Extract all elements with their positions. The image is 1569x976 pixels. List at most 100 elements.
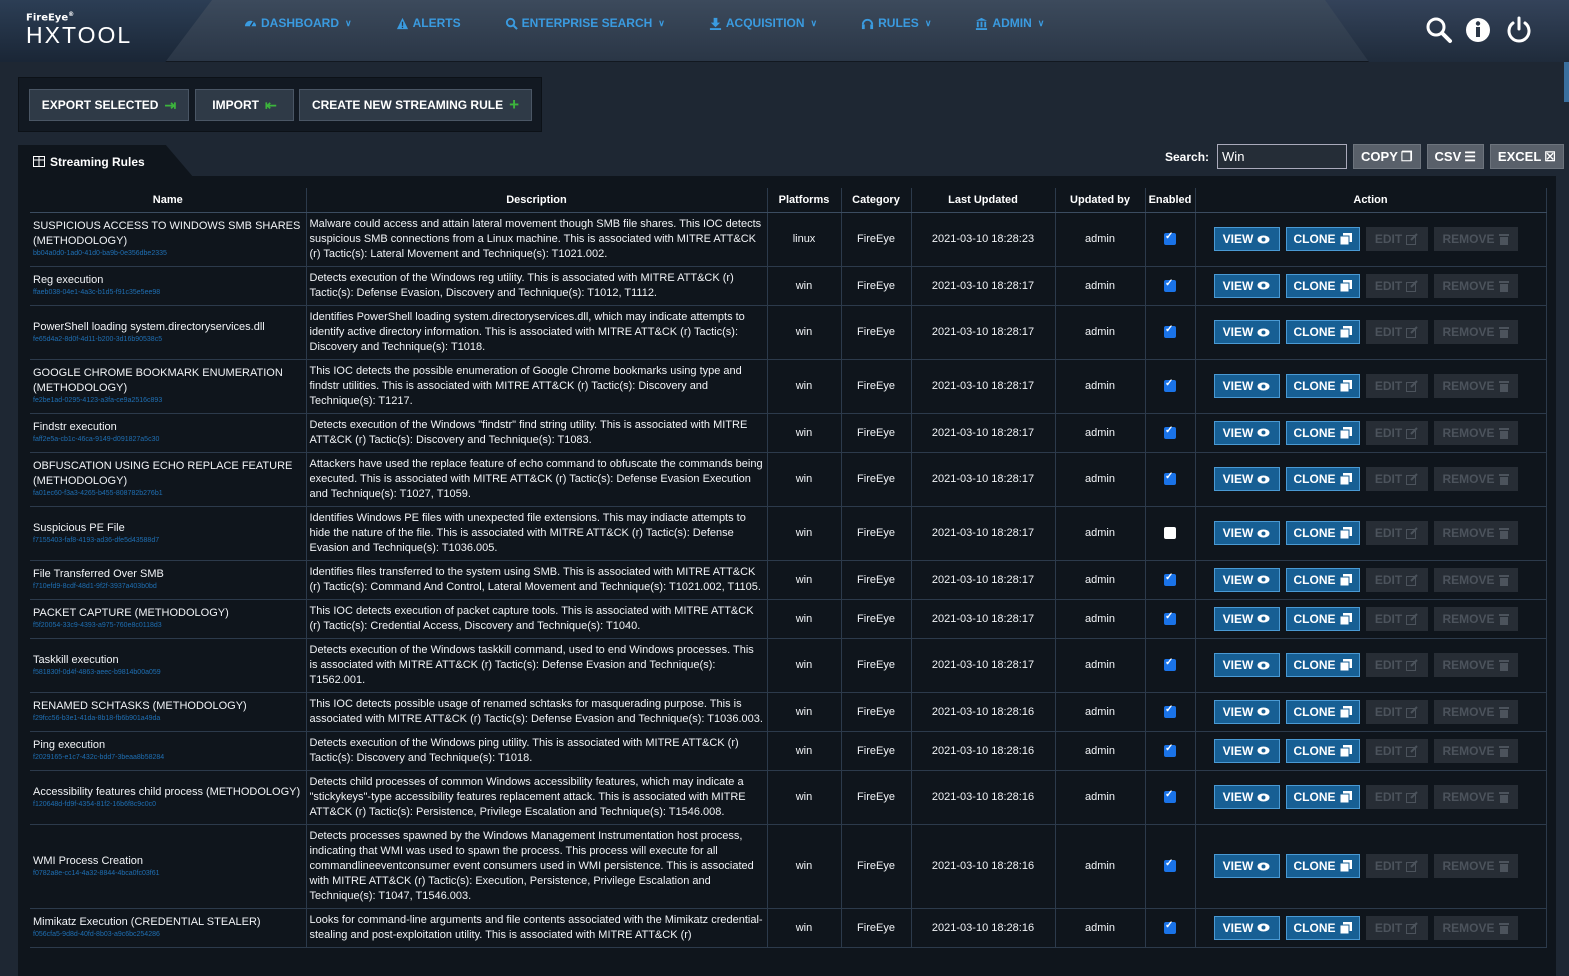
clone-button[interactable]: CLONE: [1285, 467, 1360, 491]
copy-button[interactable]: COPY ❐: [1353, 144, 1421, 169]
view-button[interactable]: VIEW: [1213, 567, 1280, 592]
nav-enterprise-search[interactable]: ENTERPRISE SEARCH ∨: [505, 16, 665, 30]
table-row[interactable]: WMI Process Creation f0782a8e-cc14-4a32-8…: [30, 824, 1547, 909]
enabled-checkbox[interactable]: [1164, 657, 1176, 672]
view-button[interactable]: VIEW: [1213, 467, 1280, 491]
table-row[interactable]: OBFUSCATION USING ECHO REPLACE FEATURE (…: [30, 452, 1547, 507]
rule-id[interactable]: f710efd9-8cdf-48d1-9f2f-3937a403b0bd: [33, 582, 303, 592]
column-header-updated-by[interactable]: Updated by: [1055, 188, 1146, 213]
clone-button[interactable]: CLONE: [1285, 699, 1360, 724]
column-header-description[interactable]: Description: [306, 188, 768, 213]
rule-id[interactable]: fe2be1ad-0295-4123-a3fa-ce9a2516c893: [33, 396, 303, 406]
column-header-platforms[interactable]: Platforms: [767, 188, 842, 213]
rule-id[interactable]: f7155403-faf8-4193-ad36-dfe5d43588d7: [33, 536, 303, 546]
clone-button[interactable]: CLONE: [1285, 738, 1360, 763]
enabled-checkbox[interactable]: [1164, 858, 1176, 873]
enabled-checkbox[interactable]: [1164, 611, 1176, 625]
nav-rules[interactable]: RULES ∨: [861, 16, 931, 30]
nav-dashboard[interactable]: DASHBOARD ∨: [244, 16, 352, 30]
clone-button[interactable]: CLONE: [1285, 606, 1360, 631]
view-button[interactable]: VIEW: [1213, 606, 1280, 631]
clone-button[interactable]: CLONE: [1285, 227, 1360, 251]
view-button[interactable]: VIEW: [1213, 854, 1280, 878]
rule-id[interactable]: faff2e5a-cb1c-46ca-9149-d091827a5c30: [33, 435, 303, 445]
table-row[interactable]: PowerShell loading system.directoryservi…: [30, 305, 1547, 360]
table-row[interactable]: Taskkill execution f581830f-0d4f-4863-aee…: [30, 638, 1547, 693]
rule-id[interactable]: fa01ec60-f3a3-4265-b455-808782b276b1: [33, 489, 303, 499]
view-button[interactable]: VIEW: [1213, 273, 1280, 298]
clone-button[interactable]: CLONE: [1285, 273, 1360, 298]
table-row[interactable]: GOOGLE CHROME BOOKMARK ENUMERATION (METH…: [30, 359, 1547, 414]
view-button[interactable]: VIEW: [1213, 653, 1280, 677]
enabled-checkbox[interactable]: [1164, 278, 1176, 292]
clone-button[interactable]: CLONE: [1285, 653, 1360, 677]
table-row[interactable]: Suspicious PE File f7155403-faf8-4193-ad3…: [30, 506, 1547, 561]
brand-logo[interactable]: FireEye® HXTOOL: [0, 0, 212, 62]
enabled-checkbox[interactable]: [1164, 231, 1176, 246]
clone-button[interactable]: CLONE: [1285, 915, 1360, 940]
table-row[interactable]: Reg execution ffaeb038-04e1-4a3c-b1d5-f91…: [30, 266, 1547, 306]
info-icon[interactable]: [1465, 16, 1493, 44]
clone-button[interactable]: CLONE: [1285, 521, 1360, 545]
search-icon[interactable]: [1425, 16, 1453, 44]
enabled-checkbox[interactable]: [1164, 527, 1176, 540]
table-row[interactable]: Accessibility features child process (ME…: [30, 770, 1547, 825]
column-header-name[interactable]: Name: [30, 188, 307, 213]
clone-button[interactable]: CLONE: [1285, 785, 1360, 809]
csv-button[interactable]: CSV ☰: [1426, 144, 1484, 169]
rule-id[interactable]: f0782a8e-cc14-4a32-8844-4bca0fc03f61: [33, 869, 303, 879]
create-streaming-rule-button[interactable]: CREATE NEW STREAMING RULE +: [299, 89, 532, 121]
table-row[interactable]: Ping execution f2029165-e1c7-432c-bdd7-3b…: [30, 731, 1547, 771]
enabled-checkbox[interactable]: [1164, 704, 1176, 718]
enabled-checkbox[interactable]: [1164, 324, 1176, 339]
enabled-checkbox[interactable]: [1164, 471, 1176, 486]
enabled-checkbox[interactable]: [1164, 789, 1176, 804]
rule-id[interactable]: fe65d4a2-8d0f-4d11-b200-3d16b90538c5: [33, 335, 303, 345]
clone-button[interactable]: CLONE: [1285, 374, 1360, 398]
power-icon[interactable]: [1505, 16, 1533, 44]
view-button[interactable]: VIEW: [1213, 227, 1280, 251]
rule-id[interactable]: f120648d-fd9f-4354-81f2-16b6f8c9c0c0: [33, 800, 303, 810]
nav-acquisition[interactable]: ACQUISITION ∨: [709, 16, 817, 30]
table-row[interactable]: PACKET CAPTURE (METHODOLOGY) f5f20054-33c…: [30, 599, 1547, 639]
view-button[interactable]: VIEW: [1213, 699, 1280, 724]
column-header-last-updated[interactable]: Last Updated: [911, 188, 1056, 213]
rule-id[interactable]: f056cfa5-9d8d-40fd-8b03-a9c6bc254286: [33, 930, 303, 940]
view-button[interactable]: VIEW: [1213, 374, 1280, 398]
view-button[interactable]: VIEW: [1213, 785, 1280, 809]
table-row[interactable]: Findstr execution faff2e5a-cb1c-46ca-9149…: [30, 413, 1547, 453]
import-button[interactable]: IMPORT ⇤: [195, 89, 294, 121]
export-selected-button[interactable]: EXPORT SELECTED ⇥: [29, 89, 189, 121]
rule-id[interactable]: f29fcc56-b3e1-41da-8b18-fb6b901a49da: [33, 714, 303, 724]
clone-button[interactable]: CLONE: [1285, 320, 1360, 344]
column-header-category[interactable]: Category: [841, 188, 912, 213]
nav-admin[interactable]: ADMIN ∨: [975, 16, 1044, 30]
view-button[interactable]: VIEW: [1213, 320, 1280, 344]
table-row[interactable]: Mimikatz Execution (CREDENTIAL STEALER) f…: [30, 908, 1547, 948]
column-header-enabled[interactable]: Enabled: [1145, 188, 1196, 213]
excel-button[interactable]: EXCEL ☒: [1489, 144, 1564, 169]
table-row[interactable]: File Transferred Over SMB f710efd9-8cdf-4…: [30, 560, 1547, 600]
rule-id[interactable]: ffaeb038-04e1-4a3c-b1d5-f91c35e5ee98: [33, 288, 303, 298]
enabled-checkbox[interactable]: [1164, 425, 1176, 439]
enabled-checkbox[interactable]: [1164, 743, 1176, 757]
table-row[interactable]: SUSPICIOUS ACCESS TO WINDOWS SMB SHARES …: [30, 212, 1547, 267]
clone-button[interactable]: CLONE: [1285, 420, 1360, 445]
nav-alerts[interactable]: ALERTS: [396, 16, 461, 30]
view-button[interactable]: VIEW: [1213, 738, 1280, 763]
search-input[interactable]: [1217, 144, 1348, 169]
rule-id[interactable]: f581830f-0d4f-4863-aeec-b9814b00a059: [33, 668, 303, 678]
rule-id[interactable]: f2029165-e1c7-432c-bdd7-3beaa8b58284: [33, 753, 303, 763]
clone-button[interactable]: CLONE: [1285, 854, 1360, 878]
view-button[interactable]: VIEW: [1213, 521, 1280, 545]
view-button[interactable]: VIEW: [1213, 915, 1280, 940]
enabled-checkbox[interactable]: [1164, 920, 1176, 934]
rule-id[interactable]: bb04a0d0-1ad0-41d0-ba9b-0e356dbe2335: [33, 249, 303, 259]
rule-id[interactable]: f5f20054-33c9-4393-a975-760e8c0118d3: [33, 621, 303, 631]
enabled-checkbox[interactable]: [1164, 378, 1176, 393]
page-scrollbar[interactable]: [1564, 62, 1569, 102]
enabled-checkbox[interactable]: [1164, 572, 1176, 586]
table-row[interactable]: RENAMED SCHTASKS (METHODOLOGY) f29fcc56-b…: [30, 692, 1547, 732]
view-button[interactable]: VIEW: [1213, 420, 1280, 445]
clone-button[interactable]: CLONE: [1285, 567, 1360, 592]
